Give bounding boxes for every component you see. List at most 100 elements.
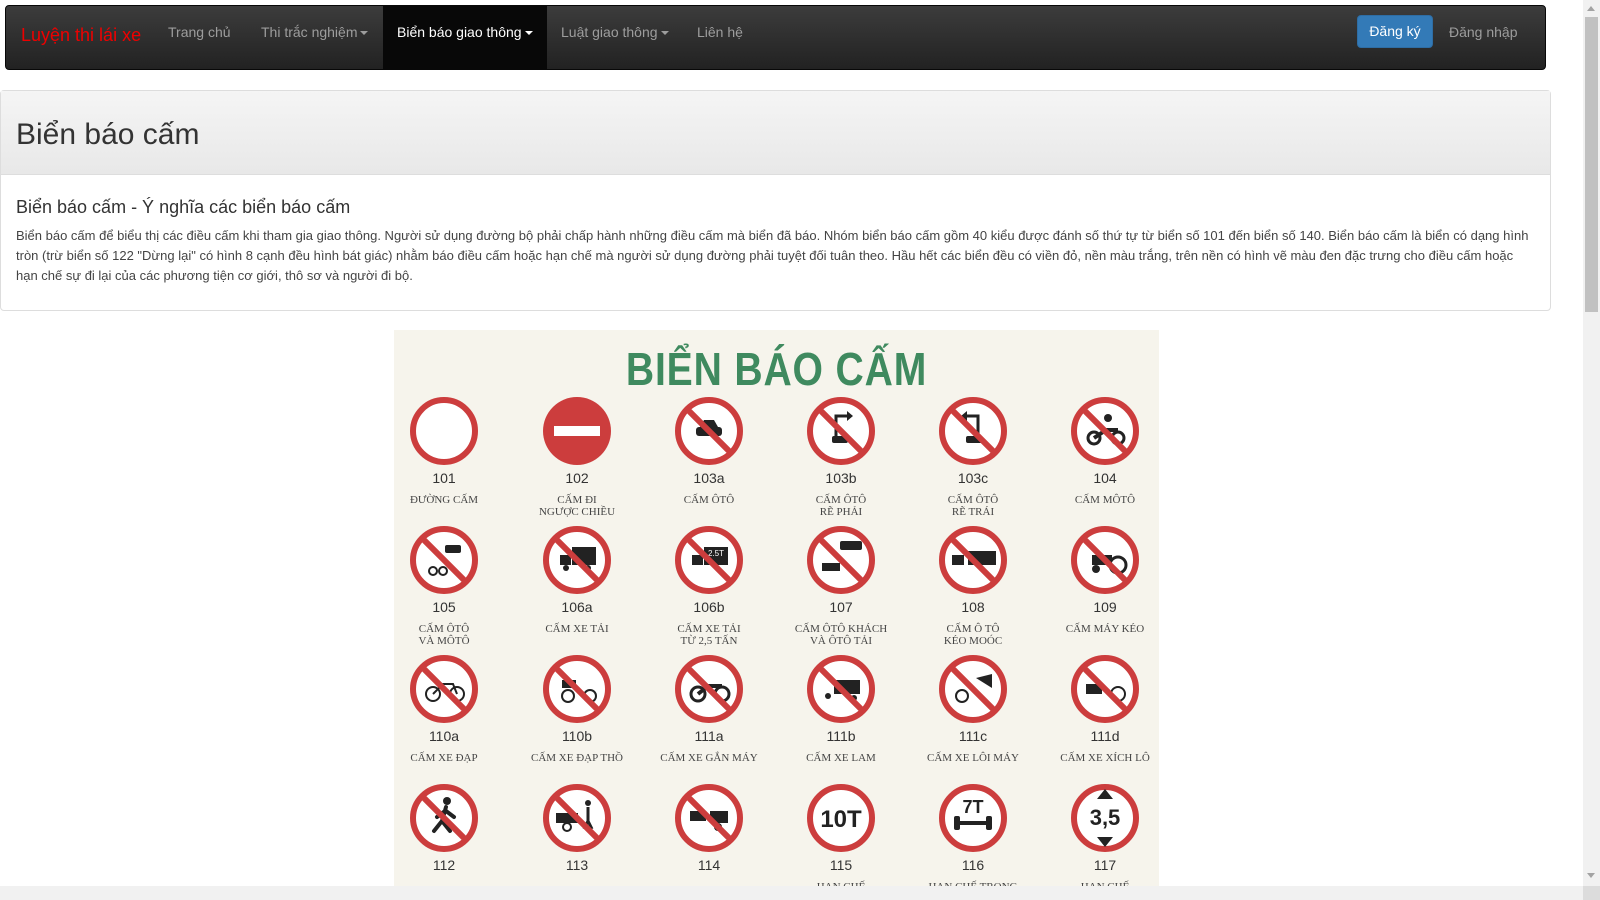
sign-code: 110b xyxy=(561,728,593,744)
sign-item: 112 xyxy=(394,783,510,881)
sign-item: 108 Cấm ô tô kéo moóc xyxy=(907,525,1039,647)
panel-body: Biển báo cấm - Ý nghĩa các biển báo cấm … xyxy=(1,175,1550,286)
nav-traffic-law-dropdown[interactable]: Luật giao thông xyxy=(561,6,669,69)
board-title: BIỂN BÁO CẤM xyxy=(625,343,928,395)
no-bus-truck-icon xyxy=(807,526,875,594)
sign-item: 103b Cấm ôtô rẽ phải xyxy=(775,396,907,518)
prohibitory-signs-image: BIỂN BÁO CẤM 101 Đường cấm 102 Cấm đi ngược… xyxy=(394,330,1159,886)
svg-text:7T: 7T xyxy=(962,797,983,817)
sign-item: 105 Cấm ôtô và môtô xyxy=(394,525,510,647)
caret-down-icon xyxy=(524,31,533,36)
nav-contact[interactable]: Liên hệ xyxy=(697,6,743,69)
no-trailer-icon xyxy=(939,526,1007,594)
sign-code: 106b xyxy=(693,599,725,615)
svg-text:10T: 10T xyxy=(820,806,862,833)
scroll-thumb[interactable] xyxy=(1585,17,1598,312)
sign-name: Cấm xe tải xyxy=(545,623,609,635)
sign-name: Cấm xe lôi máy xyxy=(927,752,1019,764)
sign-item: 7T116Hạn chế trọng xyxy=(907,783,1039,886)
nav-traffic-signs-label: Biển báo giao thông xyxy=(397,24,522,40)
horizontal-scrollbar[interactable] xyxy=(0,886,1583,900)
panel-heading: Biển báo cấm xyxy=(1,91,1550,175)
sign-code: 110a xyxy=(428,728,460,744)
sign-item: 111a Cấm xe gắn máy xyxy=(643,654,775,764)
sign-name: Cấm ôtô rẽ trái xyxy=(947,494,999,518)
sign-code: 117 xyxy=(1093,857,1117,873)
sign-item: 109 Cấm máy kéo xyxy=(1039,525,1159,635)
sign-name: Cấm xe đạp xyxy=(410,752,478,764)
top-navbar: Luyện thi lái xe Trang chủ Thi trắc nghi… xyxy=(5,5,1546,70)
section-subtitle: Biển báo cấm - Ý nghĩa các biển báo cấm xyxy=(16,197,351,217)
sign-item: 2.5T 106b Cấm xe tải từ 2,5 tấn xyxy=(643,525,775,647)
sign-name: Cấm đi ngược chiều xyxy=(538,494,616,518)
no-cargo-bicycle-icon xyxy=(543,655,611,723)
sign-code: 106a xyxy=(561,599,593,615)
nav-home[interactable]: Trang chủ xyxy=(168,6,231,69)
sign-code: 103a xyxy=(693,470,725,486)
scrollbar-corner xyxy=(1583,886,1600,900)
sign-name: Cấm ôtô và môtô xyxy=(418,623,470,647)
nav-traffic-signs-dropdown[interactable]: Biển báo giao thông xyxy=(383,6,547,69)
sign-name: Cấm xe đạp thồ xyxy=(531,752,623,764)
caret-down-icon xyxy=(360,31,369,36)
sign-item: 104 Cấm môtô xyxy=(1039,396,1159,506)
no-motor-rickshaw-icon xyxy=(939,655,1007,723)
login-link[interactable]: Đăng nhập xyxy=(1449,6,1518,58)
sign-code: 111a xyxy=(694,728,724,744)
sign-code: 102 xyxy=(565,470,589,486)
sign-code: 111c xyxy=(958,728,988,744)
register-button[interactable]: Đăng ký xyxy=(1357,15,1433,48)
sign-item: 3,5117Hạn chế xyxy=(1039,783,1159,886)
sign-item: 113 xyxy=(511,783,643,881)
sign-item: 103c Cấm ôtô rẽ trái xyxy=(907,396,1039,518)
sign-code: 112 xyxy=(432,857,456,873)
axle-limit-icon: 7T xyxy=(939,784,1007,852)
nav-quiz-dropdown[interactable]: Thi trắc nghiệm xyxy=(261,6,369,69)
sign-name: Cấm máy kéo xyxy=(1065,623,1145,635)
nav-quiz-label: Thi trắc nghiệm xyxy=(261,24,358,40)
svg-text:2.5T: 2.5T xyxy=(708,549,724,558)
sign-name: Cấm ôtô xyxy=(683,494,735,506)
no-car-motorbike-icon xyxy=(410,526,478,594)
no-tractor-icon xyxy=(1071,526,1139,594)
sign-code: 107 xyxy=(829,599,853,615)
weight-limit-icon: 10T xyxy=(807,784,875,852)
vertical-scrollbar[interactable] xyxy=(1583,0,1600,900)
svg-text:3,5: 3,5 xyxy=(1090,805,1121,830)
section-description: Biển báo cấm để biểu thị các điều cấm kh… xyxy=(16,228,1529,283)
no-cyclo-icon xyxy=(1071,655,1139,723)
no-animal-cart-icon xyxy=(675,784,743,852)
sign-code: 104 xyxy=(1093,470,1117,486)
sign-item: 111b Cấm xe lam xyxy=(775,654,907,764)
sign-name: Đường cấm xyxy=(409,494,479,506)
sign-name: Cấm xe gắn máy xyxy=(660,752,758,764)
no-truck-icon xyxy=(543,526,611,594)
sign-item: 111c Cấm xe lôi máy xyxy=(907,654,1039,764)
sign-code: 111b xyxy=(826,728,856,744)
sign-code: 115 xyxy=(829,857,853,873)
no-truck-weight-icon: 2.5T xyxy=(675,526,743,594)
sign-item: 111d Cấm xe xích lô xyxy=(1039,654,1159,764)
sign-item: 103a Cấm ôtô xyxy=(643,396,775,506)
sign-code: 116 xyxy=(961,857,985,873)
scroll-down-arrow-icon[interactable] xyxy=(1587,873,1595,878)
sign-name: Cấm ôtô khách và ôtô tải xyxy=(794,623,888,647)
sign-item: 101 Đường cấm xyxy=(394,396,510,506)
sign-name: Cấm ô tô kéo moóc xyxy=(943,623,1003,647)
info-panel: Biển báo cấm Biển báo cấm - Ý nghĩa các … xyxy=(0,90,1551,311)
sign-item: 102 Cấm đi ngược chiều xyxy=(511,396,643,518)
no-three-wheeler-icon xyxy=(807,655,875,723)
no-entry-icon xyxy=(543,397,611,465)
sign-code: 103b xyxy=(825,470,857,486)
no-car-icon xyxy=(675,397,743,465)
scroll-up-arrow-icon[interactable] xyxy=(1587,6,1595,11)
sign-name: Cấm xe lam xyxy=(806,752,876,764)
brand-logo[interactable]: Luyện thi lái xe xyxy=(21,25,141,46)
sign-code: 113 xyxy=(565,857,589,873)
sign-item: 106a Cấm xe tải xyxy=(511,525,643,635)
no-bicycle-icon xyxy=(410,655,478,723)
empty-circle-icon xyxy=(410,397,478,465)
sign-item: 107 Cấm ôtô khách và ôtô tải xyxy=(775,525,907,647)
sign-code: 108 xyxy=(961,599,985,615)
caret-down-icon xyxy=(660,31,669,36)
